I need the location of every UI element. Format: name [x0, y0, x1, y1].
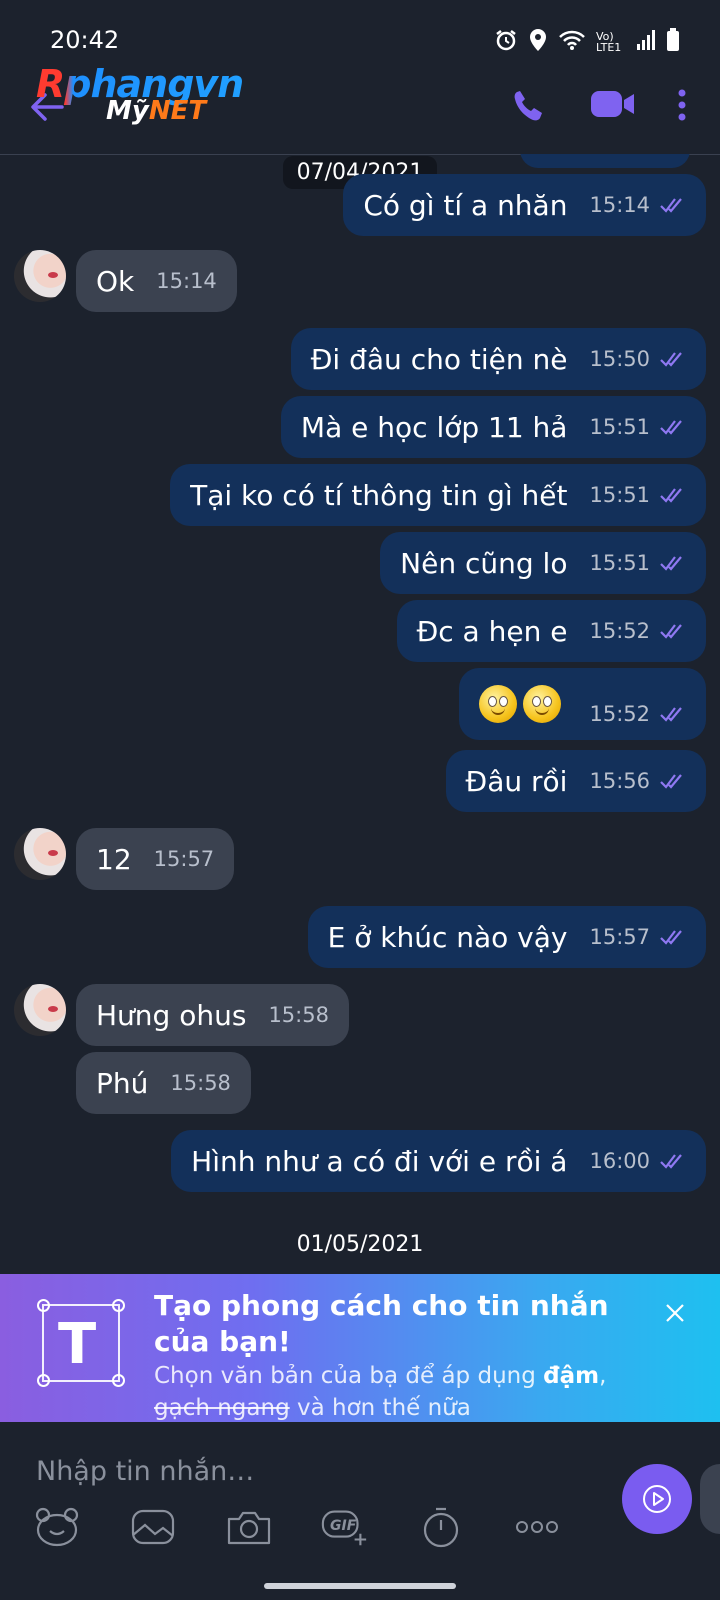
side-panel-peek[interactable]: [700, 1464, 720, 1534]
smiley-emoji-icon: [523, 685, 562, 723]
read-ticks-icon: [660, 420, 682, 435]
message-text: Đi đâu cho tiện nè: [310, 342, 568, 376]
outgoing-message[interactable]: Đi đâu cho tiện nè 15:50: [290, 328, 706, 390]
send-button[interactable]: [622, 1464, 692, 1534]
message-time: 15:51: [589, 415, 650, 439]
read-ticks-icon: [660, 198, 682, 213]
sticker-icon[interactable]: [32, 1504, 82, 1550]
message-text: Có gì tí a nhăn: [363, 188, 568, 222]
message-text: Đâu rồi: [465, 764, 568, 798]
text-format-icon: T: [37, 1299, 125, 1387]
banner-desc-strike: gạch ngang: [154, 1395, 290, 1421]
message-text: Nên cũng lo: [400, 546, 568, 580]
gif-icon[interactable]: GIF: [320, 1504, 370, 1550]
logo-my: Mỹ: [106, 96, 149, 126]
message-text: Hình như a có đi với e rồi á: [191, 1144, 568, 1178]
message-time: 15:58: [170, 1071, 231, 1095]
read-ticks-icon: [660, 352, 682, 367]
watermark-logo: Rphangvn MỹNET: [36, 62, 256, 128]
message-time: 15:57: [153, 847, 215, 871]
contact-avatar[interactable]: [14, 984, 66, 1036]
date-separator: 01/05/2021: [0, 1228, 720, 1261]
timer-icon[interactable]: [416, 1504, 466, 1550]
incoming-message[interactable]: Phú 15:58: [76, 1052, 251, 1114]
read-ticks-icon: [660, 488, 682, 503]
battery-icon: [666, 28, 680, 56]
message-time: 15:57: [589, 925, 650, 949]
message-text: Tại ko có tí thông tin gì hết: [190, 478, 568, 512]
gallery-icon[interactable]: [128, 1504, 178, 1550]
read-ticks-icon: [660, 624, 682, 639]
message-time: 15:14: [156, 269, 217, 293]
message-input[interactable]: [34, 1448, 578, 1494]
read-ticks-icon: [660, 930, 682, 945]
read-ticks-icon: [660, 556, 682, 571]
more-options-icon[interactable]: [512, 1504, 562, 1550]
message-time: 15:58: [268, 1003, 329, 1027]
outgoing-message[interactable]: Hình như a có đi với e rồi á 16:00: [171, 1130, 706, 1192]
more-options-icon[interactable]: [676, 88, 688, 126]
outgoing-message[interactable]: Đâu rồi 15:56: [445, 750, 706, 812]
read-ticks-icon: [660, 1154, 682, 1169]
incoming-message[interactable]: 12 15:57: [76, 828, 235, 890]
message-text: Phú: [96, 1066, 149, 1100]
status-bar: 20:42 Vo) LTE1: [0, 0, 720, 62]
home-indicator[interactable]: [264, 1583, 456, 1589]
incoming-message[interactable]: Ok 15:14: [76, 250, 237, 312]
logo-net: NET: [148, 96, 207, 126]
logo-sub-text: MỹNET: [106, 96, 206, 126]
message-text: Ok: [96, 264, 135, 298]
camera-icon[interactable]: [224, 1504, 274, 1550]
message-time: 15:14: [589, 193, 650, 217]
chat-header: Rphangvn MỹNET: [0, 62, 720, 155]
outgoing-message[interactable]: Mà e học lớp 11 hả 15:51: [280, 396, 706, 458]
network-label: Vo) LTE1: [596, 30, 622, 54]
message-time: 15:52: [589, 702, 650, 726]
message-composer: GIF: [0, 1422, 720, 1600]
outgoing-message[interactable]: Có gì tí a nhăn 15:14: [343, 174, 706, 236]
message-time: 15:52: [589, 619, 650, 643]
outgoing-message[interactable]: Nên cũng lo 15:51: [380, 532, 706, 594]
message-time: 15:50: [589, 347, 650, 371]
date-label: 01/05/2021: [296, 1232, 424, 1257]
status-icons: Vo) LTE1: [494, 28, 680, 56]
banner-desc-bold: đậm: [543, 1363, 600, 1389]
read-ticks-icon: [660, 774, 682, 789]
read-ticks-icon: [660, 707, 682, 722]
message-text: Mà e học lớp 11 hả: [300, 410, 568, 444]
text-format-letter: T: [58, 1312, 97, 1377]
message-time: 16:00: [589, 1149, 650, 1173]
banner-desc-comma: ,: [599, 1363, 607, 1389]
alarm-icon: [494, 28, 518, 56]
text-formatting-tip-banner[interactable]: T Tạo phong cách cho tin nhắn của bạn! C…: [0, 1274, 720, 1422]
wifi-icon: [558, 29, 586, 55]
message-time: 15:51: [589, 483, 650, 507]
outgoing-emoji-message[interactable]: 15:52: [459, 668, 706, 740]
status-time: 20:42: [50, 26, 120, 54]
call-button[interactable]: [512, 88, 544, 126]
incoming-message[interactable]: Hưng ohus 15:58: [76, 984, 349, 1046]
message-text: E ở khúc nào vậy: [327, 920, 568, 954]
message-text: Hưng ohus: [96, 998, 247, 1032]
message-list[interactable]: 07/04/2021 Có gì tí a nhăn 15:14 Ok 15:1…: [0, 154, 720, 1274]
gif-label: GIF: [330, 1518, 357, 1534]
location-icon: [528, 28, 548, 56]
outgoing-message[interactable]: Tại ko có tí thông tin gì hết 15:51: [170, 464, 706, 526]
banner-description: Chọn văn bản của bạ để áp dụng đậm, gạch…: [154, 1360, 634, 1424]
smiley-emoji-icon: [479, 685, 518, 723]
message-time: 15:51: [589, 551, 650, 575]
contact-avatar[interactable]: [14, 828, 66, 880]
close-banner-button[interactable]: [664, 1302, 686, 1328]
contact-avatar[interactable]: [14, 250, 66, 302]
outgoing-message[interactable]: Đc a hẹn e 15:52: [396, 600, 706, 662]
message-time: 15:56: [589, 769, 650, 793]
outgoing-message[interactable]: E ở khúc nào vậy 15:57: [307, 906, 706, 968]
video-call-button[interactable]: [590, 88, 636, 124]
signal-icon: [636, 29, 656, 55]
banner-title: Tạo phong cách cho tin nhắn của bạn!: [154, 1289, 609, 1358]
banner-desc-rest: và hơn thế nữa: [289, 1395, 471, 1421]
message-text: Đc a hẹn e: [416, 614, 568, 648]
banner-desc-text: Chọn văn bản của bạ để áp dụng: [154, 1363, 544, 1389]
message-text: 12: [96, 842, 132, 876]
